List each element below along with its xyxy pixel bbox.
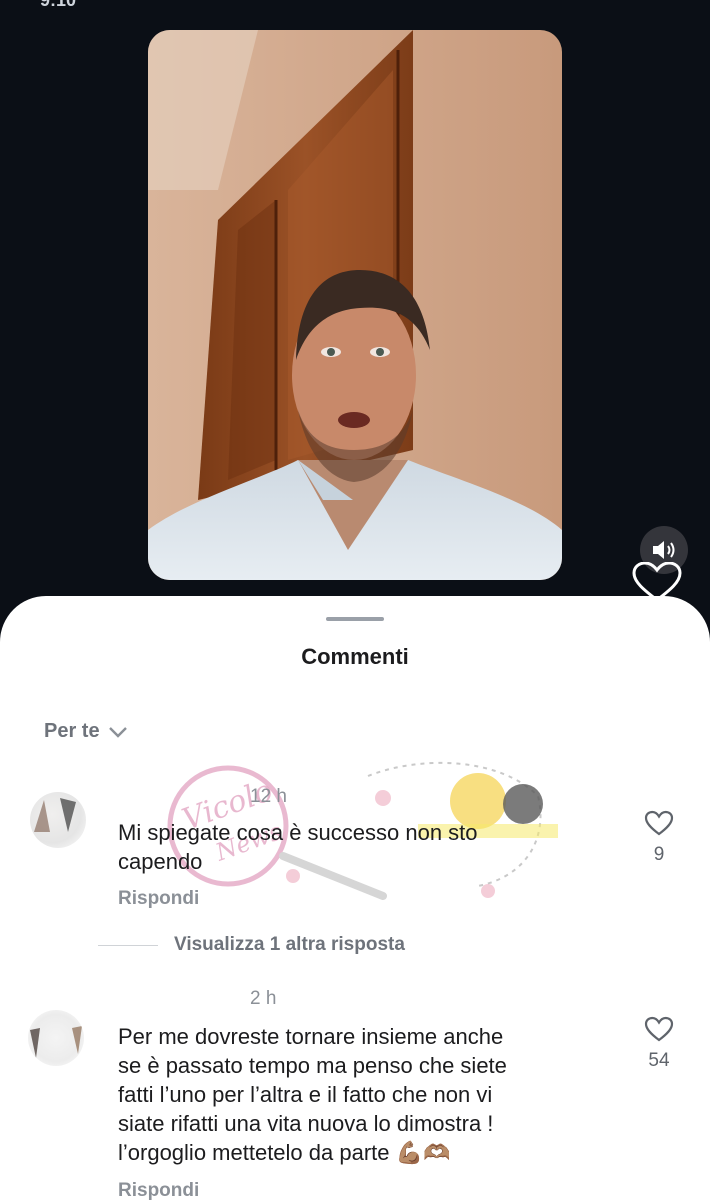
comment-item: 2 h Per me dovreste tornare insieme anch…	[0, 988, 710, 1200]
like-count: 54	[648, 1050, 670, 1071]
video-frame-image	[148, 30, 562, 580]
drag-handle[interactable]	[326, 617, 384, 621]
comment-text-line: Mi spiegate cosa è successo non sto	[118, 820, 478, 845]
reply-button[interactable]: Rispondi	[118, 888, 199, 910]
comment-item: 12 h Mi spiegate cosa è successo non sto…	[0, 786, 710, 956]
sheet-title: Commenti	[301, 644, 409, 669]
comment-text-line: fatti l’uno per l’altra e il fatto che n…	[118, 1082, 493, 1107]
comment-text: Per me dovreste tornare insieme anche se…	[118, 1022, 507, 1167]
comment-text-line: l’orgoglio mettetelo da parte 💪🏽🫶🏽	[118, 1140, 451, 1165]
view-replies-label: Visualizza 1 altra risposta	[174, 934, 405, 955]
chevron-down-icon	[108, 726, 127, 738]
avatar[interactable]	[30, 792, 86, 848]
comments-sheet: Commenti Per te Vicolo News 12 h Mi spie…	[0, 596, 710, 1200]
video-player[interactable]	[148, 30, 562, 580]
heart-icon	[644, 1016, 674, 1042]
avatar-image	[30, 1026, 82, 1058]
avatar[interactable]	[28, 1010, 84, 1066]
comment-time: 12 h	[250, 786, 287, 807]
comment-text-line: capendo	[118, 849, 203, 874]
screen: 9:10 Commenti Per te Vicolo News 12 h Mi…	[0, 0, 710, 1200]
divider	[98, 944, 158, 946]
comment-text-line: siate rifatti una vita nuova lo dimostra…	[118, 1111, 494, 1136]
like-button[interactable]: 9	[639, 810, 679, 866]
speaker-icon	[653, 541, 675, 559]
comment-text-line: se è passato tempo ma penso che siete	[118, 1053, 507, 1078]
status-bar: 9:10	[0, 0, 710, 10]
comment-time: 2 h	[250, 988, 277, 1009]
heart-icon	[644, 810, 674, 836]
like-button[interactable]: 54	[639, 1016, 679, 1072]
like-count: 9	[653, 844, 665, 865]
comment-text: Mi spiegate cosa è successo non sto cape…	[118, 818, 478, 876]
comment-text-line: Per me dovreste tornare insieme anche	[118, 1024, 504, 1049]
avatar-image	[34, 798, 76, 832]
view-replies-button[interactable]: Visualizza 1 altra risposta	[98, 934, 405, 956]
status-icons	[576, 0, 666, 4]
reply-button[interactable]: Rispondi	[118, 1180, 199, 1200]
status-time: 9:10	[40, 0, 77, 10]
sort-label: Per te	[44, 720, 100, 742]
sort-selector[interactable]: Per te	[44, 720, 128, 743]
